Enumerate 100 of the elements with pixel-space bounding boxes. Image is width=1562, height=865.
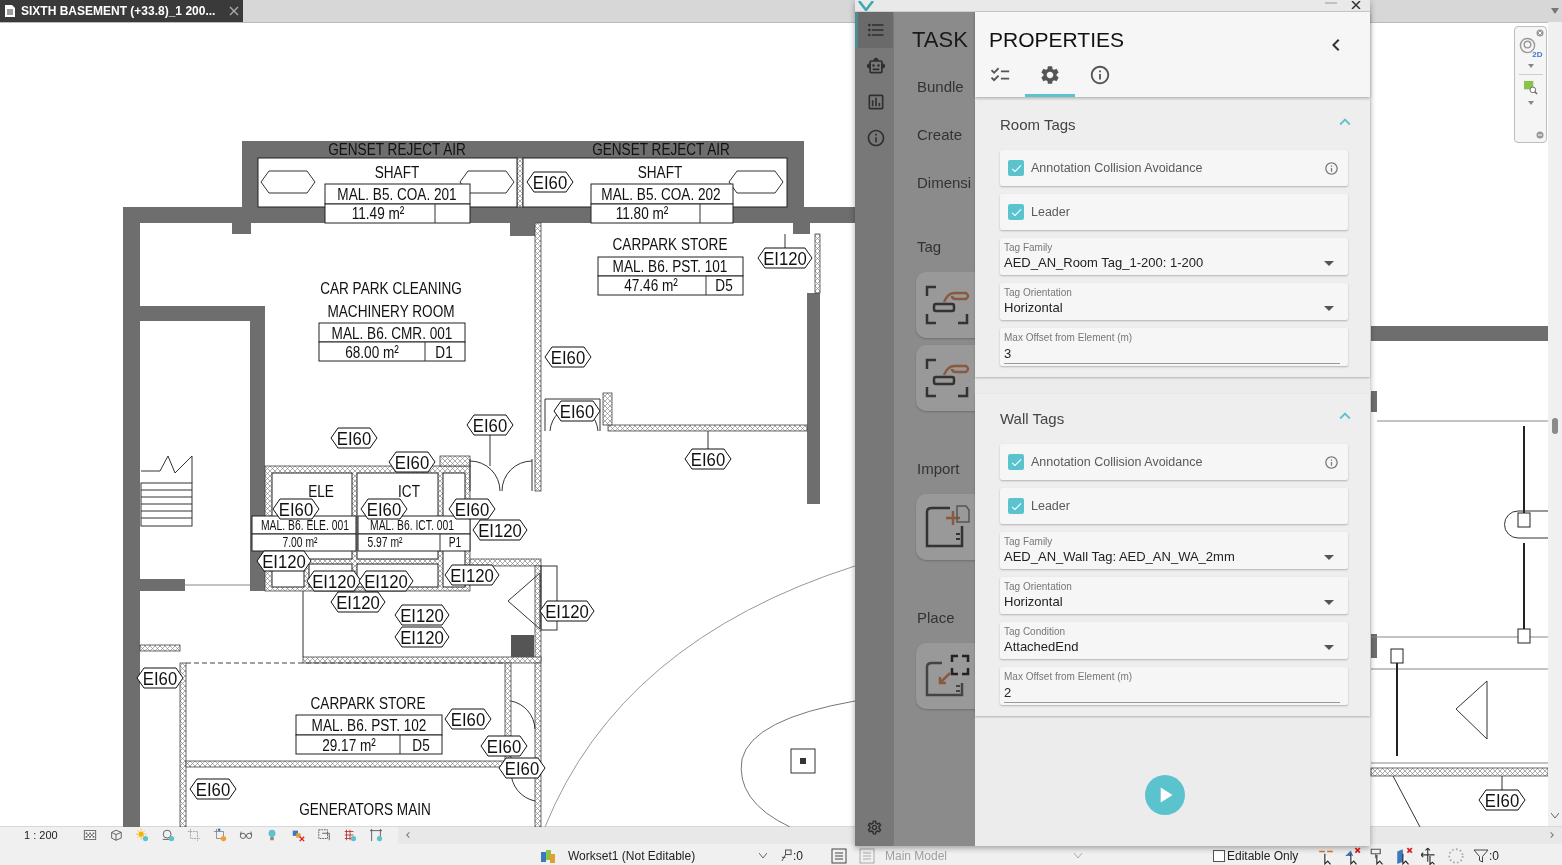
checkbox-label: Annotation Collision Avoidance — [1031, 453, 1203, 471]
checkered-square-icon[interactable] — [82, 828, 97, 842]
caret-down-icon[interactable] — [759, 853, 767, 858]
cubes-cross-icon[interactable] — [290, 828, 305, 842]
dropdown-field[interactable]: Tag Condition AttachedEnd — [1000, 622, 1348, 659]
dropdown-field[interactable]: Tag Family AED_AN_Wall Tag: AED_AN_WA_2mm — [1000, 532, 1348, 569]
room-area: 47.46 m² — [624, 275, 678, 295]
steering-wheel-button[interactable]: 2D — [1518, 37, 1543, 59]
task-group-label: Bundle — [916, 76, 965, 97]
dropdown-field[interactable]: Tag Orientation Horizontal — [1000, 577, 1348, 614]
run-button[interactable] — [1145, 775, 1185, 815]
vertical-scrollbar[interactable] — [1548, 22, 1562, 826]
room-code: D5 — [715, 275, 733, 295]
checkbox[interactable] — [1008, 454, 1024, 470]
checkbox[interactable] — [1008, 204, 1024, 220]
cursor-cross-icon[interactable] — [1343, 846, 1361, 865]
dotted-circle-icon[interactable] — [1447, 846, 1465, 865]
settings-icon[interactable] — [866, 819, 883, 836]
minus-circle-icon[interactable] — [1536, 131, 1544, 139]
tag-tool-icon — [924, 357, 970, 399]
wall — [1371, 391, 1377, 412]
close-icon[interactable] — [229, 6, 239, 16]
dropdown-caret-icon — [1324, 644, 1334, 650]
wall — [1371, 634, 1377, 658]
fire-rating-tag: EI120 — [330, 591, 386, 614]
caret-down-icon[interactable] — [1551, 813, 1559, 818]
triangle-symbol — [1455, 680, 1488, 740]
properties-title: PROPERTIES — [989, 27, 1124, 53]
tool-card[interactable] — [916, 272, 975, 338]
room-area: 7.00 m² — [282, 534, 318, 550]
task-group-label: Create — [916, 124, 964, 145]
crop-icon[interactable] — [186, 828, 201, 842]
editable-only-checkbox[interactable] — [1213, 849, 1225, 862]
tool-card[interactable] — [916, 494, 975, 560]
checkbox-label: Leader — [1031, 203, 1070, 221]
room-name: MACHINERY ROOM — [327, 301, 455, 321]
close-icon[interactable] — [1351, 1, 1361, 9]
small-box-symbol — [1390, 648, 1404, 664]
tool-card[interactable] — [916, 345, 975, 411]
small-box-symbol — [1517, 628, 1531, 644]
room-area: 11.80 m² — [615, 203, 669, 223]
room-name: GENSET REJECT AIR — [592, 139, 730, 159]
list-icon[interactable] — [831, 847, 847, 864]
partition-wall — [139, 644, 181, 652]
filter-icon[interactable] — [1473, 847, 1489, 864]
leader-line — [707, 430, 709, 450]
fire-rating-tag: EI60 — [444, 708, 492, 731]
document-tab[interactable]: SIXTH BASEMENT (+33.8)_1 200... — [0, 0, 243, 22]
task-group-label: Tag — [916, 236, 943, 257]
place-tool-icon — [924, 653, 970, 699]
room-name: GENSET REJECT AIR — [328, 139, 466, 159]
diagonal-line — [1392, 775, 1421, 827]
caret-down-icon[interactable] — [1551, 8, 1559, 14]
column-block — [511, 635, 534, 657]
checkbox[interactable] — [1008, 498, 1024, 514]
view-scale[interactable]: 1 : 200 — [24, 826, 58, 844]
dropdown-field[interactable]: Tag Family AED_AN_Room Tag_1-200: 1-200 — [1000, 238, 1348, 275]
offset-input-field[interactable]: Max Offset from Element (m) 3 — [1000, 328, 1348, 366]
fire-rating-tag: EI60 — [330, 427, 378, 450]
room-name: SHAFT — [637, 162, 683, 182]
grid-cube-icon[interactable] — [342, 828, 357, 842]
rounded-outline — [1504, 510, 1548, 539]
rail-tab[interactable] — [855, 12, 893, 48]
room-area: 29.17 m² — [322, 735, 376, 755]
caret-down-icon[interactable] — [1527, 101, 1534, 105]
section-title: Wall Tags — [1000, 408, 1065, 429]
dropdown-field[interactable]: Tag Orientation Horizontal — [1000, 283, 1348, 320]
info-icon[interactable] — [1324, 160, 1339, 176]
partition-wall — [814, 233, 821, 294]
offset-input-field[interactable]: Max Offset from Element (m) 2 — [1000, 667, 1348, 705]
robot-icon — [865, 56, 886, 76]
small-box-symbol — [1517, 512, 1531, 528]
caret-down-icon[interactable] — [1527, 64, 1534, 68]
crop-icon[interactable] — [212, 828, 227, 842]
leader-line — [1501, 775, 1503, 791]
wheel-icon — [1518, 37, 1536, 54]
element-count: :0 — [793, 847, 804, 865]
frame-icon[interactable] — [316, 828, 331, 842]
dimension-frame-icon[interactable] — [368, 828, 383, 842]
dropdown-caret-icon — [1324, 599, 1334, 605]
checkbox[interactable] — [1008, 160, 1024, 176]
zoom-icon[interactable] — [1523, 80, 1538, 95]
room-area: 68.00 m² — [345, 342, 399, 362]
door-swing — [507, 572, 541, 630]
logo-icon — [858, 1, 874, 11]
cube-icon[interactable] — [108, 828, 123, 842]
sphere-icon[interactable] — [160, 828, 175, 842]
tag-outline — [459, 170, 515, 194]
door-swing — [469, 458, 533, 492]
tag-outline — [728, 170, 784, 194]
tool-card[interactable] — [916, 643, 975, 709]
room-number: MAL. B6. PST. 102 — [311, 715, 427, 735]
face-cursor-icon[interactable] — [1395, 846, 1413, 865]
workset-dropdown[interactable]: Workset1 (Not Editable) — [568, 846, 758, 865]
checkbox-label: Editable Only — [1227, 847, 1300, 865]
stacked-blocks-icon[interactable] — [540, 847, 556, 864]
room-number: MAL. B5. COA. 201 — [337, 184, 457, 204]
element-link-icon[interactable] — [781, 849, 792, 862]
scrollbar-thumb[interactable] — [1552, 418, 1558, 434]
info-icon[interactable] — [1324, 454, 1339, 470]
